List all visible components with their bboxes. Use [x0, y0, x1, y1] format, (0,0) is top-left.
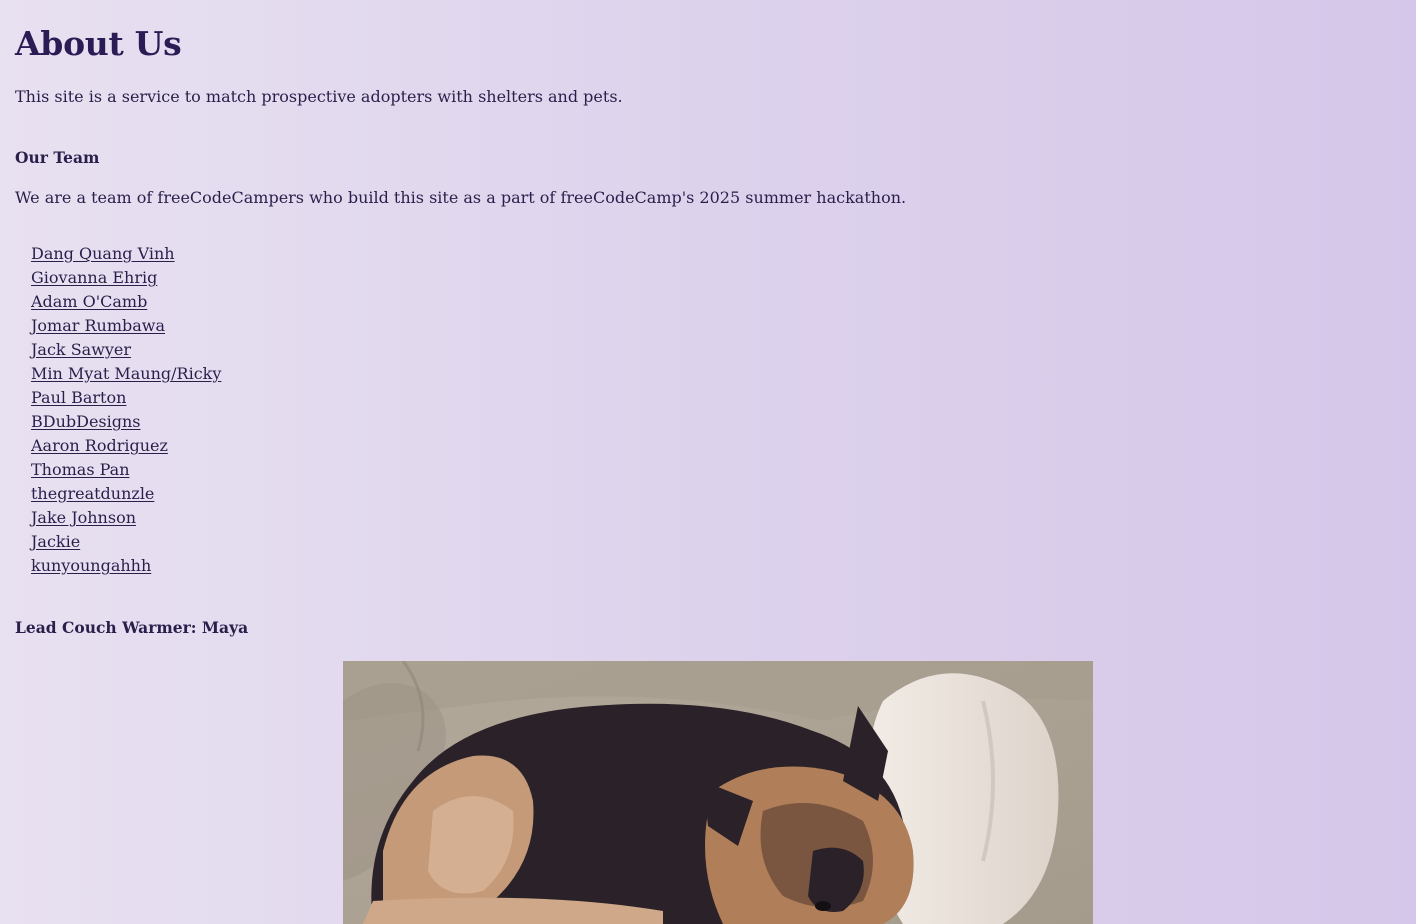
list-item: thegreatdunzle [31, 482, 221, 506]
team-member-link[interactable]: kunyoungahhh [31, 556, 151, 575]
team-member-link[interactable]: Jackie [31, 532, 80, 551]
team-member-link[interactable]: Aaron Rodriguez [31, 436, 168, 455]
team-member-link[interactable]: Dang Quang Vinh [31, 244, 175, 263]
team-member-link[interactable]: Thomas Pan [31, 460, 130, 479]
list-item: Jack Sawyer [31, 338, 221, 362]
page-title: About Us [15, 24, 182, 63]
team-member-link[interactable]: Jack Sawyer [31, 340, 131, 359]
list-item: Giovanna Ehrig [31, 266, 221, 290]
list-item: Paul Barton [31, 386, 221, 410]
list-item: kunyoungahhh [31, 554, 221, 578]
list-item: Min Myat Maung/Ricky [31, 362, 221, 386]
list-item: Adam O'Camb [31, 290, 221, 314]
team-member-list: Dang Quang Vinh Giovanna Ehrig Adam O'Ca… [31, 242, 221, 578]
team-member-link[interactable]: Min Myat Maung/Ricky [31, 364, 221, 383]
couch-warmer-heading: Lead Couch Warmer: Maya [15, 618, 249, 637]
list-item: Jomar Rumbawa [31, 314, 221, 338]
team-member-link[interactable]: Jomar Rumbawa [31, 316, 165, 335]
team-member-link[interactable]: Paul Barton [31, 388, 126, 407]
team-heading: Our Team [15, 148, 100, 167]
team-member-link[interactable]: BDubDesigns [31, 412, 141, 431]
team-member-link[interactable]: Jake Johnson [31, 508, 136, 527]
list-item: Jake Johnson [31, 506, 221, 530]
list-item: BDubDesigns [31, 410, 221, 434]
list-item: Thomas Pan [31, 458, 221, 482]
intro-text: This site is a service to match prospect… [15, 87, 623, 106]
team-member-link[interactable]: Adam O'Camb [31, 292, 147, 311]
team-member-link[interactable]: Giovanna Ehrig [31, 268, 157, 287]
dog-photo [343, 661, 1093, 924]
team-member-link[interactable]: thegreatdunzle [31, 484, 154, 503]
list-item: Aaron Rodriguez [31, 434, 221, 458]
list-item: Jackie [31, 530, 221, 554]
team-description: We are a team of freeCodeCampers who bui… [15, 188, 907, 207]
list-item: Dang Quang Vinh [31, 242, 221, 266]
